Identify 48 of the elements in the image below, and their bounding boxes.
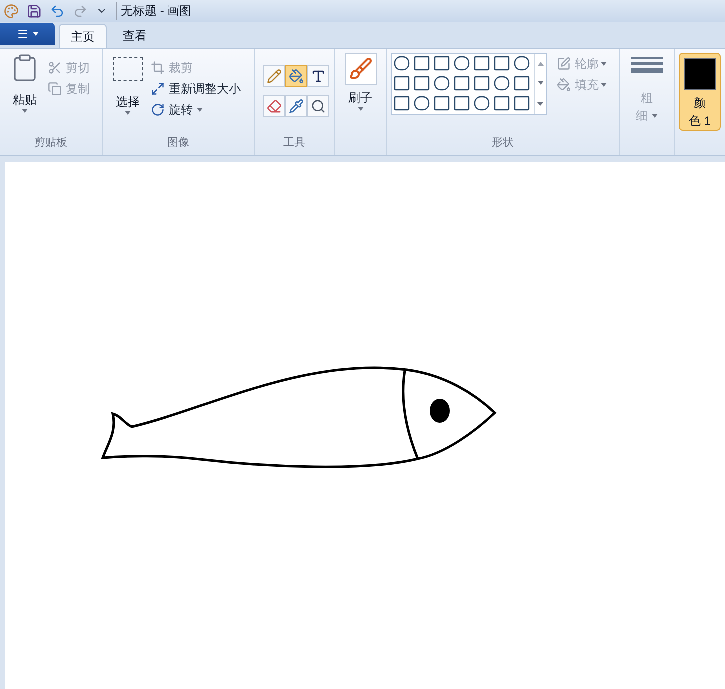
app-icon [4, 4, 19, 18]
text-icon [310, 68, 326, 84]
ribbon-tab[interactable]: 查看 [111, 24, 159, 48]
button-icon [48, 60, 62, 74]
caret-icon [601, 82, 607, 86]
button-icon [151, 60, 165, 74]
undo-icon[interactable] [50, 4, 65, 18]
caret-icon [652, 114, 658, 118]
scroll-up-icon[interactable] [538, 62, 544, 66]
ribbon-button[interactable]: 重新调整大小 [149, 78, 243, 99]
paste-button[interactable]: 粘贴 [8, 53, 42, 113]
line-width-icon [631, 57, 663, 73]
brush-icon [344, 53, 376, 85]
caret-icon [601, 62, 607, 66]
caret-icon [538, 80, 544, 85]
caret-icon [358, 107, 364, 111]
button-icon [151, 102, 165, 116]
save-icon[interactable] [27, 4, 42, 18]
ribbon-tab[interactable]: 主页 [59, 24, 107, 48]
group-label: 工具 [282, 136, 306, 150]
group-label: 剪贴板 [34, 136, 68, 150]
picker-icon [288, 98, 304, 114]
eraser-icon [266, 98, 282, 114]
tool-button[interactable] [307, 95, 329, 117]
fill-icon [288, 68, 304, 84]
selection-icon [113, 57, 143, 81]
expand-icon[interactable] [537, 100, 544, 106]
caret-icon [22, 109, 28, 113]
file-menu-button[interactable] [0, 23, 55, 45]
ribbon-button[interactable]: 旋转 [149, 99, 195, 120]
caret-icon [32, 32, 38, 36]
caret-icon [197, 108, 203, 112]
select-button[interactable]: 选择 [111, 53, 145, 120]
pencil-icon [266, 68, 282, 84]
button-icon [557, 56, 571, 70]
button-icon [557, 78, 571, 92]
brushes-button[interactable]: 刷子 [344, 53, 376, 111]
window-title: 无标题 - 画图 [116, 2, 192, 20]
tool-button[interactable] [307, 65, 329, 87]
caret-icon [125, 111, 131, 115]
color-swatch [684, 58, 716, 90]
color-1-button[interactable]: 颜 色 1 [679, 53, 721, 131]
magnifier-icon [310, 98, 326, 114]
menu-icon [16, 28, 28, 40]
group-label: 形状 [491, 136, 515, 150]
button-icon [48, 82, 62, 96]
group-label: 图像 [166, 136, 190, 150]
button-icon [151, 82, 165, 96]
